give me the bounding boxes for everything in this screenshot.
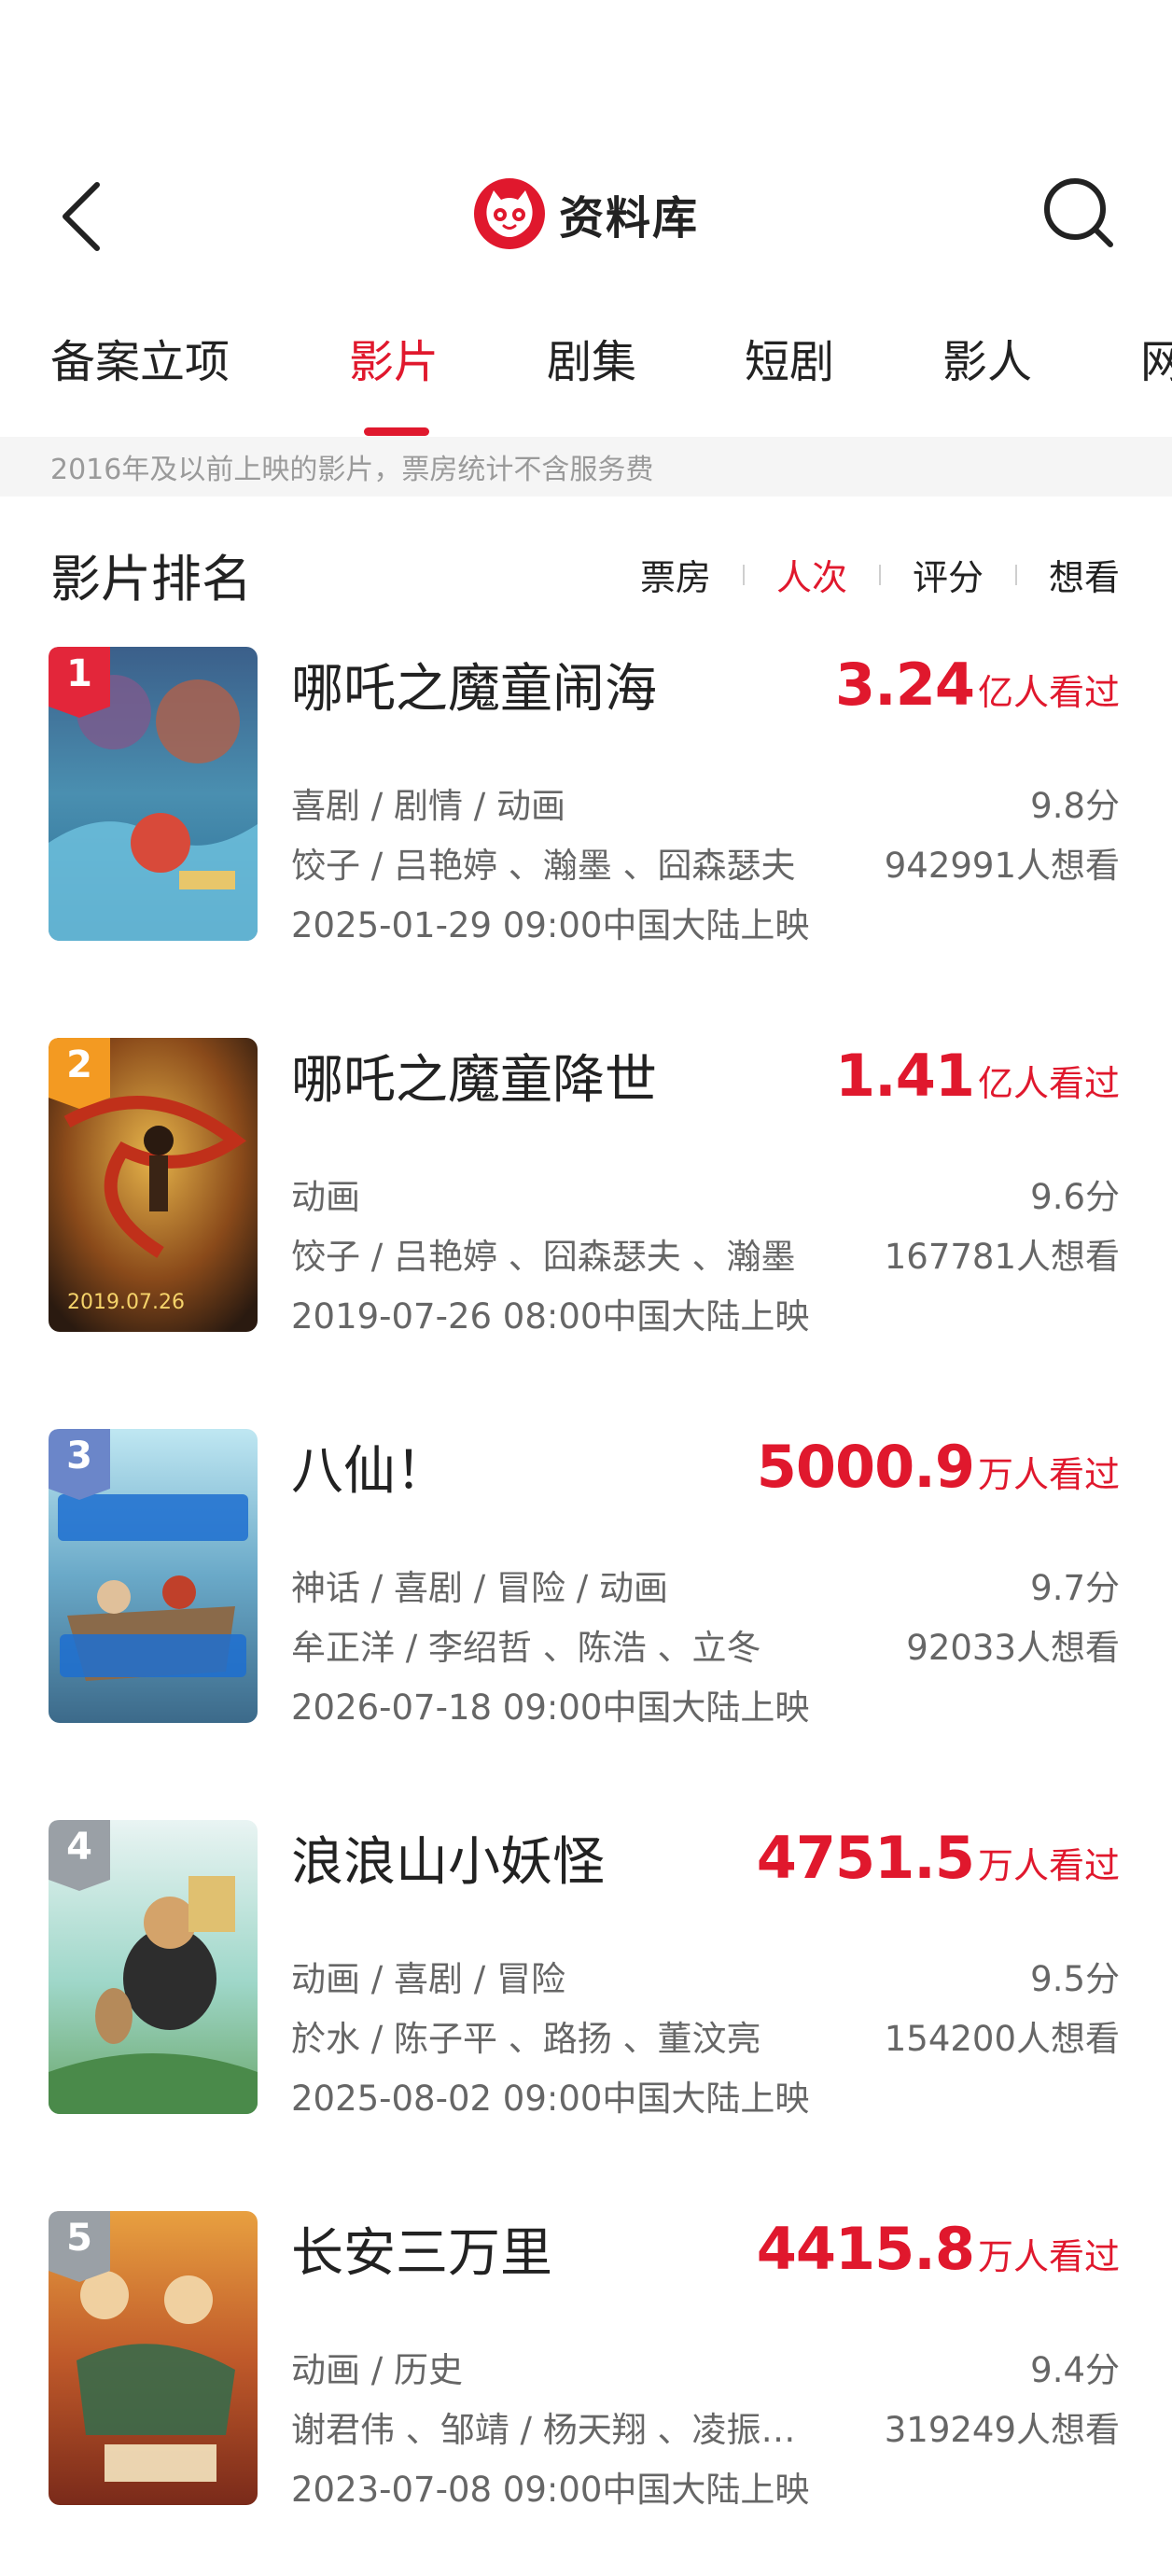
want-to-see-count: 92033人想看 [906, 1628, 1120, 1668]
admissions-value: 5000.9 [756, 1433, 975, 1501]
movie-genres: 神话 / 喜剧 / 冒险 / 动画 [291, 1568, 668, 1608]
movie-item[interactable]: 4 浪浪山小妖怪 4751.5 万人看过 动画 / 喜剧 / 冒险 9.5分 於… [0, 1820, 1172, 2119]
want-to-see-count: 319249人想看 [884, 2410, 1120, 2450]
notice-bar: 2016年及以前上映的影片，票房统计不含服务费 [0, 437, 1172, 497]
admissions: 5000.9 万人看过 [757, 1433, 1120, 1501]
admissions-unit: 亿人看过 [977, 1063, 1120, 1104]
want-to-see-count: 154200人想看 [884, 2019, 1120, 2059]
rank-badge: 1 [49, 647, 110, 718]
admissions-unit: 万人看过 [977, 1454, 1120, 1495]
movie-score: 9.8分 [1030, 786, 1120, 826]
release-date: 2023-07-08 09:00中国大陆上映 [291, 2470, 810, 2510]
release-date: 2026-07-18 09:00中国大陆上映 [291, 1687, 810, 1728]
admissions-unit: 万人看过 [977, 2236, 1120, 2277]
sort-bar: 票房 人次 评分 想看 [640, 549, 1120, 600]
rank-number: 1 [66, 652, 92, 695]
rank-number: 2 [66, 1043, 92, 1086]
top-bar: 资料库 [0, 140, 1172, 280]
movie-item[interactable]: 5 长安三万里 4415.8 万人看过 动画 / 历史 9.4分 谢君伟 、邹靖… [0, 2211, 1172, 2510]
admissions: 4415.8 万人看过 [757, 2215, 1120, 2283]
movie-title: 八仙！ [291, 1441, 448, 1502]
movie-cast: 谢君伟 、邹靖 / 杨天翔 、凌振… [291, 2410, 796, 2450]
divider [742, 564, 745, 585]
rank-number: 5 [66, 2217, 92, 2260]
admissions-value: 1.41 [835, 1042, 975, 1110]
movie-item[interactable]: 3 八仙！ 5000.9 万人看过 神话 / 喜剧 / 冒险 / 动画 9.7分… [0, 1429, 1172, 1728]
sort-box-office[interactable]: 票房 [640, 549, 711, 600]
movie-score: 9.4分 [1030, 2350, 1120, 2390]
tab-people[interactable]: 影人 [942, 325, 1032, 390]
movie-score: 9.6分 [1030, 1177, 1120, 1217]
release-date: 2019-07-26 08:00中国大陆上映 [291, 1296, 810, 1337]
active-tab-indicator [364, 427, 429, 436]
notice-text: 2016年及以前上映的影片，票房统计不含服务费 [50, 454, 654, 486]
rank-badge: 4 [49, 1820, 110, 1891]
admissions: 1.41 亿人看过 [835, 1042, 1120, 1110]
sort-admissions[interactable]: 人次 [776, 549, 847, 600]
rank-badge: 3 [49, 1429, 110, 1500]
page-title: 资料库 [558, 192, 699, 245]
movie-cast: 牟正洋 / 李绍哲 、陈浩 、立冬 [291, 1628, 761, 1668]
movie-title: 哪吒之魔童闹海 [291, 659, 657, 720]
tab-filing[interactable]: 备案立项 [50, 325, 230, 390]
rank-number: 4 [66, 1826, 92, 1869]
sort-rating[interactable]: 评分 [913, 549, 984, 600]
ranking-header: 影片排名 票房 人次 评分 想看 [0, 532, 1172, 609]
rank-number: 3 [66, 1435, 92, 1477]
rank-badge: 5 [49, 2211, 110, 2282]
movie-genres: 动画 [291, 1177, 360, 1217]
movie-item[interactable]: 2019.07.26 2 哪吒之魔童降世 1.41 亿人看过 动画 9.6分 饺… [0, 1038, 1172, 1337]
movie-score: 9.7分 [1030, 1568, 1120, 1608]
admissions: 4751.5 万人看过 [757, 1824, 1120, 1892]
rank-badge: 2 [49, 1038, 110, 1109]
section-title: 影片排名 [50, 550, 252, 609]
tab-movies[interactable]: 影片 [349, 325, 439, 390]
movie-genres: 动画 / 喜剧 / 冒险 [291, 1959, 565, 1999]
admissions-value: 4415.8 [756, 2215, 975, 2283]
movie-title: 浪浪山小妖怪 [291, 1832, 605, 1893]
release-date: 2025-01-29 09:00中国大陆上映 [291, 905, 810, 945]
movie-cast: 饺子 / 吕艳婷 、囧森瑟夫 、瀚墨 [291, 1237, 796, 1277]
svg-text:2019.07.26: 2019.07.26 [67, 1291, 185, 1314]
admissions-value: 3.24 [835, 651, 975, 719]
movie-genres: 喜剧 / 剧情 / 动画 [291, 786, 565, 826]
movie-title: 哪吒之魔童降世 [291, 1050, 657, 1111]
movie-item[interactable]: 1 哪吒之魔童闹海 3.24 亿人看过 喜剧 / 剧情 / 动画 9.8分 饺子… [0, 647, 1172, 945]
admissions-value: 4751.5 [756, 1824, 975, 1892]
movie-title: 长安三万里 [291, 2223, 552, 2284]
category-tabs: 备案立项 影片 剧集 短剧 影人 网 [0, 308, 1172, 439]
movie-score: 9.5分 [1030, 1959, 1120, 1999]
sort-want-to-see[interactable]: 想看 [1049, 549, 1120, 600]
brand: 资料库 [0, 177, 1172, 250]
tab-short-drama[interactable]: 短剧 [745, 325, 834, 390]
divider [878, 564, 881, 585]
admissions-unit: 亿人看过 [977, 672, 1120, 713]
search-icon[interactable] [1041, 175, 1116, 250]
want-to-see-count: 167781人想看 [884, 1237, 1120, 1277]
tab-series[interactable]: 剧集 [547, 325, 636, 390]
cat-eye-logo-icon [473, 178, 545, 249]
admissions-unit: 万人看过 [977, 1845, 1120, 1886]
tab-web[interactable]: 网 [1140, 325, 1172, 390]
movie-genres: 动画 / 历史 [291, 2350, 463, 2390]
release-date: 2025-08-02 09:00中国大陆上映 [291, 2079, 810, 2119]
movie-cast: 饺子 / 吕艳婷 、瀚墨 、囧森瑟夫 [291, 846, 796, 886]
movie-cast: 於水 / 陈子平 、路扬 、董汶亮 [291, 2019, 761, 2059]
admissions: 3.24 亿人看过 [835, 651, 1120, 719]
want-to-see-count: 942991人想看 [884, 846, 1120, 886]
divider [1014, 564, 1017, 585]
